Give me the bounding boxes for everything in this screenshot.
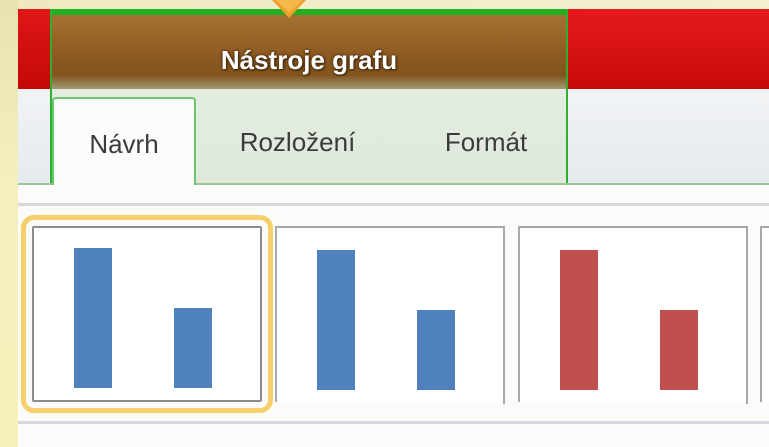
tab-label: Formát [444, 127, 528, 157]
title-bar-strip [18, 0, 769, 9]
chart-style-bar-tall [560, 250, 598, 390]
tab-label: Návrh [89, 129, 159, 159]
chart-style-1[interactable] [21, 215, 273, 413]
chart-style-3[interactable] [518, 226, 748, 404]
chart-style-bar-tall [317, 250, 355, 390]
contextual-red-band-left [18, 9, 50, 89]
chart-style-bar-short [660, 310, 698, 390]
contextual-group-header: Nástroje grafu [52, 9, 566, 89]
chart-style-bar-tall [74, 248, 112, 388]
tab-rozlozeni[interactable]: Rozložení [210, 97, 385, 185]
window-edge [0, 0, 18, 447]
chart-style-bar-short [417, 310, 455, 390]
tab-navrh[interactable]: Návrh [52, 97, 196, 185]
tab-format[interactable]: Formát [420, 97, 552, 185]
chart-style-2[interactable] [275, 226, 505, 404]
contextual-group-title: Nástroje grafu [220, 45, 398, 75]
chart-style-bar-short [174, 308, 212, 388]
gallery-bottom-border [18, 421, 769, 424]
tab-label: Rozložení [239, 127, 356, 157]
contextual-red-band-right [568, 9, 769, 89]
chart-style-4-partial[interactable] [760, 226, 769, 402]
gallery-top-border [18, 203, 769, 206]
